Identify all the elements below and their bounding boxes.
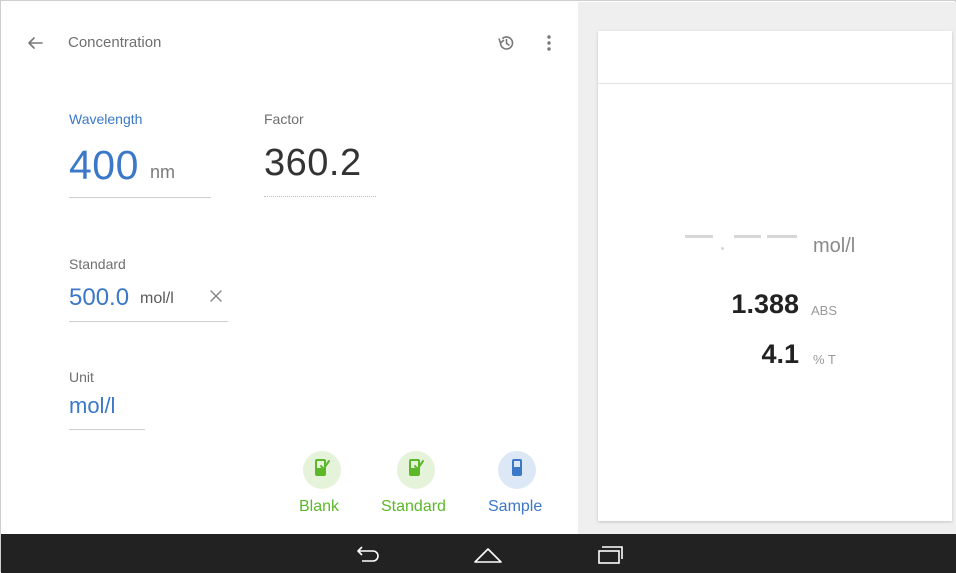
absorbance-value: 1.388 (731, 289, 799, 319)
history-icon[interactable] (496, 33, 516, 53)
app-screen: Concentration Wavelength 400 nm Factor 3… (0, 0, 956, 573)
unit-underline (69, 429, 145, 430)
standard-field[interactable]: 500.0 mol/l (69, 281, 204, 317)
wavelength-field[interactable]: 400 nm (69, 136, 211, 198)
wavelength-unit: nm (150, 162, 176, 182)
placeholder-segment (767, 235, 797, 238)
placeholder-segment (685, 235, 713, 238)
standard-unit: mol/l (140, 290, 174, 307)
unit-label: Unit (69, 369, 94, 385)
recents-nav-icon[interactable] (594, 542, 626, 566)
clear-icon[interactable] (209, 289, 223, 303)
standard-label: Standard (69, 256, 126, 272)
placeholder-decimal (721, 247, 724, 250)
transmittance-unit: % T (813, 352, 836, 367)
cuvette-icon (508, 458, 526, 483)
standard-button[interactable] (397, 451, 435, 489)
standard-action-label[interactable]: Standard (381, 498, 446, 516)
factor-value: 360.2 (264, 142, 362, 184)
factor-label: Factor (264, 111, 304, 127)
placeholder-segment (734, 235, 761, 238)
factor-underline (264, 196, 376, 197)
transmittance-value: 4.1 (761, 339, 799, 369)
standard-value: 500.0 (69, 284, 130, 311)
cuvette-check-icon (313, 458, 331, 483)
sample-button[interactable] (498, 451, 536, 489)
absorbance-unit: ABS (811, 303, 838, 318)
more-vertical-icon[interactable] (542, 33, 556, 53)
back-nav-icon[interactable] (351, 542, 383, 566)
wavelength-value: 400 (69, 142, 139, 188)
page-title: Concentration (68, 34, 162, 51)
cuvette-check-icon (407, 458, 425, 483)
results-card (598, 31, 952, 521)
concentration-unit: mol/l (813, 235, 856, 257)
arrow-left-icon[interactable] (25, 33, 45, 53)
system-nav-bar (1, 534, 956, 573)
home-nav-icon[interactable] (472, 542, 504, 566)
blank-label[interactable]: Blank (299, 498, 339, 516)
sample-label[interactable]: Sample (488, 498, 542, 516)
unit-field[interactable]: mol/l (69, 393, 115, 419)
blank-button[interactable] (303, 451, 341, 489)
wavelength-label: Wavelength (69, 111, 143, 127)
card-divider (598, 83, 952, 84)
standard-underline (69, 321, 228, 322)
wavelength-underline (69, 197, 211, 198)
